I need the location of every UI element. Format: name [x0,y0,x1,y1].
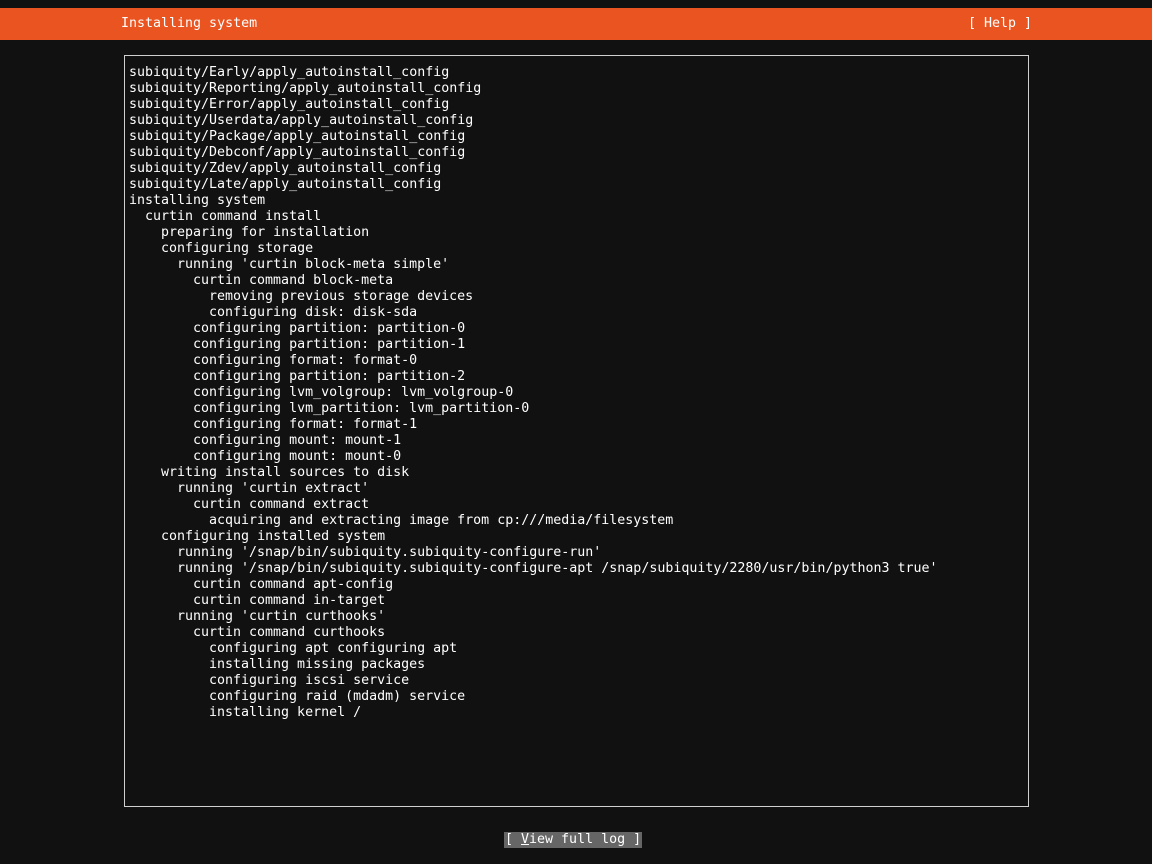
log-line: curtin command apt-config [193,577,394,592]
log-line: configuring mount: mount-1 [193,433,402,448]
log-line: subiquity/Error/apply_autoinstall_config [129,97,450,112]
log-line: subiquity/Reporting/apply_autoinstall_co… [129,81,482,96]
install-log-panel[interactable]: subiquity/Early/apply_autoinstall_config… [124,55,1029,807]
log-line: subiquity/Package/apply_autoinstall_conf… [129,129,466,144]
view-log-hotkey: V [521,832,530,847]
page-title: Installing system [121,16,258,31]
log-line: installing missing packages [209,657,426,672]
log-line: configuring installed system [161,529,386,544]
log-line: removing previous storage devices [209,289,474,304]
log-line: subiquity/Debconf/apply_autoinstall_conf… [129,145,466,160]
log-line: curtin command in-target [193,593,386,608]
log-line: configuring mount: mount-0 [193,449,402,464]
log-line: subiquity/Early/apply_autoinstall_config [129,65,450,80]
log-line: subiquity/Late/apply_autoinstall_config [129,177,442,192]
log-line: configuring lvm_volgroup: lvm_volgroup-0 [193,385,514,400]
view-log-prefix: [ [505,832,522,847]
install-log-list: subiquity/Early/apply_autoinstall_config… [129,65,938,721]
log-line: curtin command curthooks [193,625,386,640]
log-line: writing install sources to disk [161,465,410,480]
log-line: configuring apt configuring apt [209,641,458,656]
log-line: configuring lvm_partition: lvm_partition… [193,401,530,416]
log-line: subiquity/Zdev/apply_autoinstall_config [129,161,442,176]
log-line: preparing for installation [161,225,370,240]
log-line: subiquity/Userdata/apply_autoinstall_con… [129,113,474,128]
log-line: configuring disk: disk-sda [209,305,418,320]
log-line: acquiring and extracting image from cp:/… [209,513,674,528]
log-line: running 'curtin curthooks' [177,609,386,624]
view-log-label: iew full log ] [529,832,642,847]
log-line: configuring partition: partition-1 [193,337,466,352]
log-line: installing system [129,193,266,208]
view-full-log-button[interactable]: [ View full log ] [504,832,643,848]
log-line: curtin command install [145,209,322,224]
log-line: configuring partition: partition-0 [193,321,466,336]
header-bar: Installing system [ Help ] [0,8,1152,40]
log-line: installing kernel / [209,705,362,720]
log-line: configuring format: format-0 [193,353,418,368]
log-line: running '/snap/bin/subiquity.subiquity-c… [177,561,938,576]
log-line: curtin command block-meta [193,273,394,288]
log-line: configuring partition: partition-2 [193,369,466,384]
log-line: configuring iscsi service [209,673,410,688]
log-line: curtin command extract [193,497,370,512]
log-line: running 'curtin extract' [177,481,370,496]
log-line: configuring storage [161,241,314,256]
log-line: running 'curtin block-meta simple' [177,257,450,272]
log-line: configuring raid (mdadm) service [209,689,466,704]
help-button[interactable]: [ Help ] [968,16,1032,32]
log-line: running '/snap/bin/subiquity.subiquity-c… [177,545,602,560]
log-line: configuring format: format-1 [193,417,418,432]
